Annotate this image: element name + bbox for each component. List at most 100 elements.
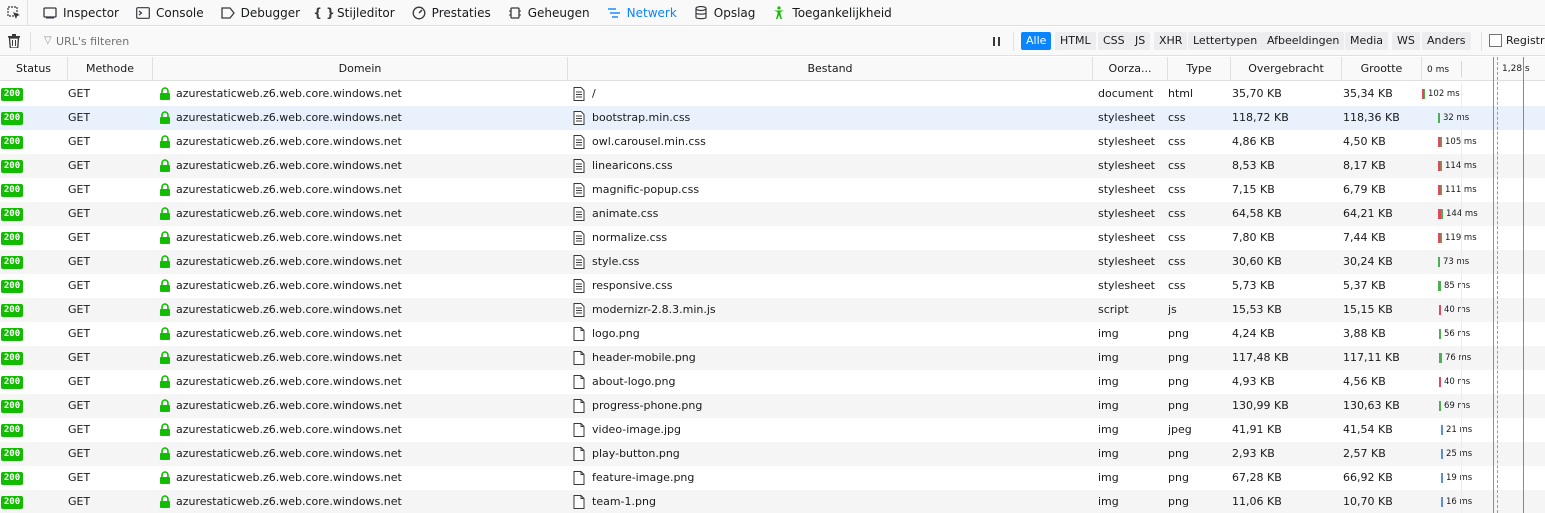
method-cell: GET: [68, 279, 91, 292]
cause-cell: img: [1098, 447, 1119, 460]
status-badge: 200: [1, 304, 23, 317]
storage-icon: [693, 5, 709, 21]
type-filter-anders[interactable]: Anders: [1422, 32, 1471, 50]
tab-toegankelijkheid[interactable]: Toegankelijkheid: [765, 0, 897, 26]
domain-cell: azurestaticweb.z6.web.core.windows.net: [176, 231, 402, 244]
table-row[interactable]: 200 GET azurestaticweb.z6.web.core.windows…: [0, 466, 1545, 490]
timeline-dashed-marker: [1497, 57, 1498, 513]
cause-cell: document: [1098, 87, 1154, 100]
tab-list: Inspector Console Debugger { } Stijleditor Pr…: [36, 0, 902, 26]
timing-label: 40 ms: [1444, 305, 1471, 315]
lock-icon: [159, 111, 171, 124]
tab-console[interactable]: Console: [129, 0, 210, 26]
type-cell: css: [1168, 279, 1186, 292]
element-picker-button[interactable]: [0, 0, 28, 26]
lock-icon: [159, 495, 171, 508]
clear-button[interactable]: [6, 33, 22, 49]
type-filter-lettertypen[interactable]: Lettertypen: [1188, 32, 1263, 50]
type-filter-html[interactable]: HTML: [1055, 32, 1096, 50]
timing-label: 102 ms: [1428, 89, 1460, 99]
transferred-cell: 2,93 KB: [1232, 447, 1275, 460]
file-icon: [573, 495, 585, 509]
type-filter-alle[interactable]: Alle: [1021, 32, 1052, 50]
transferred-cell: 4,24 KB: [1232, 327, 1275, 340]
table-row[interactable]: 200 GET azurestaticweb.z6.web.core.windows…: [0, 418, 1545, 442]
column-header-transferred[interactable]: Overgebracht: [1231, 57, 1342, 81]
persist-logs-checkbox[interactable]: [1489, 34, 1502, 47]
cause-cell: stylesheet: [1098, 279, 1155, 292]
tab-label: Stijleditor: [337, 5, 395, 20]
domain-cell: azurestaticweb.z6.web.core.windows.net: [176, 111, 402, 124]
table-row[interactable]: 200 GET azurestaticweb.z6.web.core.windows…: [0, 322, 1545, 346]
file-icon: [573, 471, 585, 485]
table-row[interactable]: 200 GET azurestaticweb.z6.web.core.windows…: [0, 130, 1545, 154]
column-header-status[interactable]: Status: [0, 57, 68, 81]
table-row[interactable]: 200 GET azurestaticweb.z6.web.core.windows…: [0, 106, 1545, 130]
file-cell: header-mobile.png: [592, 351, 696, 364]
file-icon: [573, 423, 585, 437]
timeline-mark-label: 1,28 s: [1502, 64, 1530, 74]
persist-logs-toggle[interactable]: Registra: [1489, 34, 1545, 47]
table-row[interactable]: 200 GET azurestaticweb.z6.web.core.windows…: [0, 250, 1545, 274]
type-filter-ws[interactable]: WS: [1392, 32, 1420, 50]
table-row[interactable]: 200 GET azurestaticweb.z6.web.core.windows…: [0, 370, 1545, 394]
column-header-domain[interactable]: Domein: [153, 57, 568, 81]
timing-label: 76 ms: [1445, 353, 1472, 363]
timing-label: 69 ms: [1444, 401, 1471, 411]
lock-icon: [159, 303, 171, 316]
type-cell: png: [1168, 447, 1189, 460]
url-filter-input[interactable]: [56, 33, 956, 50]
type-filter-afbeeldingen[interactable]: Afbeeldingen: [1262, 32, 1345, 50]
separator: [1481, 32, 1482, 51]
pause-button[interactable]: [989, 33, 1003, 49]
tab-netwerk[interactable]: Netwerk: [600, 0, 683, 26]
column-header-method[interactable]: Methode: [68, 57, 153, 81]
timing-label: 19 ms: [1446, 473, 1473, 483]
table-row[interactable]: 200 GET azurestaticweb.z6.web.core.windows…: [0, 490, 1545, 513]
table-row[interactable]: 200 GET azurestaticweb.z6.web.core.windows…: [0, 202, 1545, 226]
column-header-type[interactable]: Type: [1168, 57, 1231, 81]
status-badge: 200: [1, 88, 23, 101]
column-header-size[interactable]: Grootte: [1342, 57, 1422, 81]
tab-geheugen[interactable]: Geheugen: [501, 0, 596, 26]
tab-stijleditor[interactable]: { } Stijleditor: [310, 0, 401, 26]
size-cell: 2,57 KB: [1343, 447, 1386, 460]
accessibility-icon: [771, 5, 787, 21]
table-row[interactable]: 200 GET azurestaticweb.z6.web.core.windows…: [0, 394, 1545, 418]
devtools-toolbar: Inspector Console Debugger { } Stijleditor Pr…: [0, 0, 1545, 26]
cause-cell: img: [1098, 375, 1119, 388]
type-filter-js[interactable]: JS: [1130, 32, 1151, 50]
table-row[interactable]: 200 GET azurestaticweb.z6.web.core.windows…: [0, 154, 1545, 178]
timeline-gridline: [1461, 82, 1462, 513]
column-header-cause[interactable]: Oorza...: [1093, 57, 1168, 81]
status-badge: 200: [1, 208, 23, 221]
tab-inspector[interactable]: Inspector: [36, 0, 125, 26]
table-row[interactable]: 200 GET azurestaticweb.z6.web.core.windows…: [0, 346, 1545, 370]
table-row[interactable]: 200 GET azurestaticweb.z6.web.core.windows…: [0, 226, 1545, 250]
tab-prestaties[interactable]: Prestaties: [405, 0, 497, 26]
timeline-tick: [1461, 61, 1462, 77]
status-badge: 200: [1, 280, 23, 293]
table-row[interactable]: 200 GET azurestaticweb.z6.web.core.windows…: [0, 298, 1545, 322]
column-header-file[interactable]: Bestand: [568, 57, 1093, 81]
file-cell: progress-phone.png: [592, 399, 703, 412]
status-badge: 200: [1, 352, 23, 365]
type-filter-xhr[interactable]: XHR: [1154, 32, 1188, 50]
network-icon: [606, 5, 622, 21]
table-row[interactable]: 200 GET azurestaticweb.z6.web.core.windows…: [0, 82, 1545, 106]
trash-icon: [8, 34, 20, 48]
tab-opslag[interactable]: Opslag: [687, 0, 762, 26]
console-icon: [135, 5, 151, 21]
table-row[interactable]: 200 GET azurestaticweb.z6.web.core.windows…: [0, 274, 1545, 298]
method-cell: GET: [68, 231, 91, 244]
status-badge: 200: [1, 184, 23, 197]
size-cell: 30,24 KB: [1343, 255, 1393, 268]
tab-debugger[interactable]: Debugger: [214, 0, 306, 26]
type-filter-media[interactable]: Media: [1345, 32, 1389, 50]
transferred-cell: 8,53 KB: [1232, 159, 1275, 172]
type-cell: png: [1168, 375, 1189, 388]
style-editor-icon: { }: [313, 5, 335, 20]
type-filter-css[interactable]: CSS: [1098, 32, 1130, 50]
table-row[interactable]: 200 GET azurestaticweb.z6.web.core.windows…: [0, 442, 1545, 466]
table-row[interactable]: 200 GET azurestaticweb.z6.web.core.windows…: [0, 178, 1545, 202]
